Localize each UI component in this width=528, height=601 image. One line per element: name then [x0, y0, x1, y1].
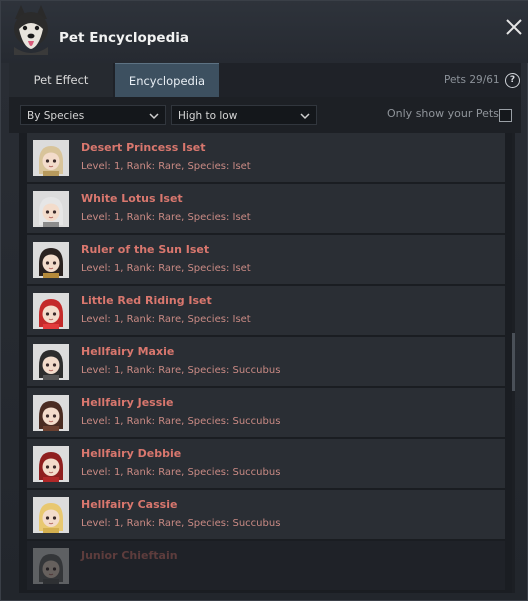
pet-description: Level: 1, Rank: Rare, Species: Succubus — [81, 467, 281, 478]
only-show-label: Only show your Pets — [387, 107, 499, 120]
close-icon[interactable] — [504, 17, 524, 37]
scrollbar-thumb[interactable] — [512, 333, 515, 391]
pet-description: Level: 1, Rank: Rare, Species: Iset — [81, 314, 251, 325]
pet-name: Hellfairy Maxie — [81, 345, 175, 358]
pet-row[interactable]: Hellfairy Cassie Level: 1, Rank: Rare, Sp… — [27, 490, 505, 540]
pet-name: Desert Princess Iset — [81, 141, 206, 154]
succubus-cassie-icon — [33, 497, 69, 533]
pet-name: Junior Chieftain — [81, 549, 178, 562]
pet-name: Ruler of the Sun Iset — [81, 243, 210, 256]
tab-pet-effect[interactable]: Pet Effect — [9, 63, 113, 97]
pet-description: Level: 1, Rank: Rare, Species: Iset — [81, 263, 251, 274]
iset-lotus-icon — [33, 191, 69, 227]
succubus-maxie-icon — [33, 344, 69, 380]
pet-description: Level: 1, Rank: Rare, Species: Succubus — [81, 365, 281, 376]
order-select-value: High to low — [178, 110, 238, 122]
species-select-value: By Species — [27, 110, 85, 122]
pet-row[interactable]: Little Red Riding Iset Level: 1, Rank: Ra… — [27, 286, 505, 336]
chevron-down-icon — [300, 113, 310, 120]
pet-description: Level: 1, Rank: Rare, Species: Iset — [81, 161, 251, 172]
species-select[interactable]: By Species — [20, 105, 166, 125]
chieftain-icon — [33, 548, 69, 584]
pet-row[interactable]: Hellfairy Maxie Level: 1, Rank: Rare, Spe… — [27, 337, 505, 387]
pet-name: Hellfairy Debbie — [81, 447, 182, 460]
pet-name: Hellfairy Cassie — [81, 498, 178, 511]
pet-row[interactable]: White Lotus Iset Level: 1, Rank: Rare, Sp… — [27, 184, 505, 234]
help-icon[interactable]: ? — [505, 73, 520, 88]
pet-encyclopedia-window: Pet Encyclopedia Pet Effect Encyclopedia… — [0, 0, 528, 601]
husky-avatar-icon — [14, 5, 48, 55]
pet-row[interactable]: Desert Princess Iset Level: 1, Rank: Rare… — [27, 133, 505, 183]
pet-name: White Lotus Iset — [81, 192, 183, 205]
tab-encyclopedia[interactable]: Encyclopedia — [115, 63, 219, 98]
pet-row[interactable]: Ruler of the Sun Iset Level: 1, Rank: Rar… — [27, 235, 505, 285]
pet-row[interactable]: Junior Chieftain — [27, 541, 505, 591]
pet-list[interactable]: Desert Princess Iset Level: 1, Rank: Rare… — [19, 133, 513, 593]
pet-description: Level: 1, Rank: Rare, Species: Succubus — [81, 518, 281, 529]
iset-desert-icon — [33, 140, 69, 176]
pet-description: Level: 1, Rank: Rare, Species: Iset — [81, 212, 251, 223]
pet-row[interactable]: Hellfairy Debbie Level: 1, Rank: Rare, Sp… — [27, 439, 505, 489]
iset-sun-icon — [33, 242, 69, 278]
filter-bar: By Species High to low Only show your Pe… — [9, 97, 521, 133]
pet-description: Level: 1, Rank: Rare, Species: Succubus — [81, 416, 281, 427]
succubus-jessie-icon — [33, 395, 69, 431]
window-title: Pet Encyclopedia — [59, 30, 189, 46]
chevron-down-icon — [149, 113, 159, 120]
pet-name: Little Red Riding Iset — [81, 294, 212, 307]
scrollbar[interactable] — [512, 133, 515, 593]
pet-name: Hellfairy Jessie — [81, 396, 174, 409]
only-show-checkbox[interactable] — [499, 109, 512, 122]
pets-count: Pets 29/61 — [444, 74, 500, 86]
pet-row[interactable]: Hellfairy Jessie Level: 1, Rank: Rare, Sp… — [27, 388, 505, 438]
window-header: Pet Encyclopedia — [1, 1, 528, 63]
order-select[interactable]: High to low — [171, 105, 317, 125]
iset-red-icon — [33, 293, 69, 329]
succubus-debbie-icon — [33, 446, 69, 482]
